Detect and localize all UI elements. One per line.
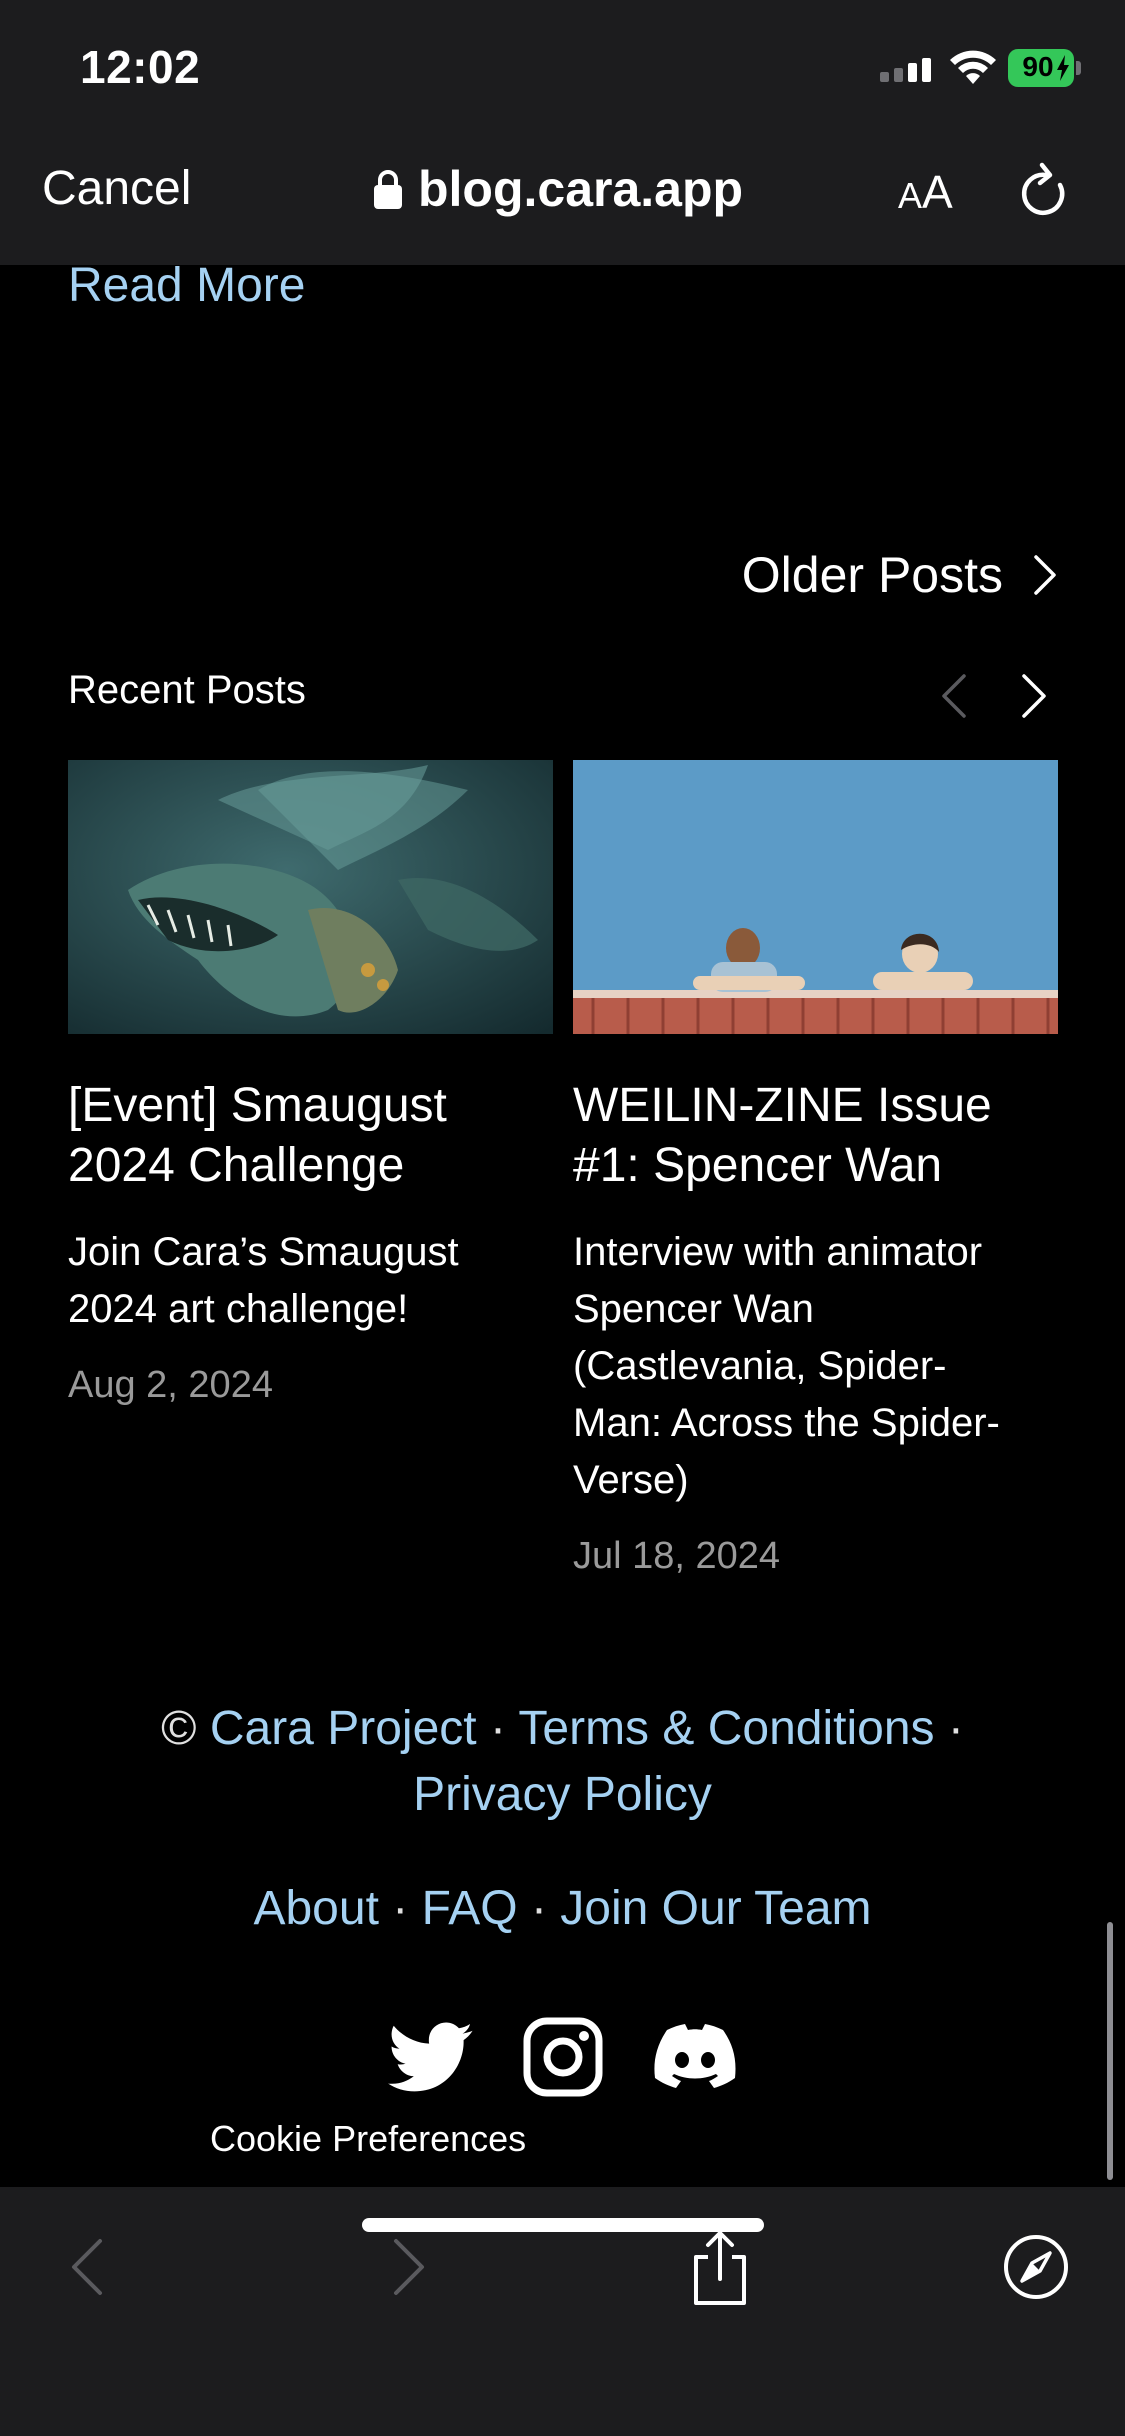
post-image-dragon[interactable] [68, 760, 553, 1034]
twitter-icon[interactable] [388, 2022, 474, 2094]
footer-legal-links: © Cara Project · Terms & Conditions · [161, 1702, 964, 1755]
post-image-rooftop[interactable] [573, 760, 1058, 1034]
text-size-button[interactable]: AA [898, 165, 953, 219]
cookie-preferences-link[interactable]: Cookie Preferences [210, 2118, 526, 2160]
browser-top-bar: Cancel blog.cara.app AA [0, 135, 1125, 265]
footer-nav-links: About · FAQ · Join Our Team [253, 1882, 872, 1935]
back-arrow-icon[interactable] [70, 2237, 104, 2297]
rooftop-illustration [573, 760, 1058, 1034]
status-time: 12:02 [80, 41, 201, 93]
post-title[interactable]: WEILIN-ZINE Issue #1: Spencer Wan [573, 1076, 1058, 1196]
share-icon[interactable] [688, 2229, 752, 2307]
post-card-weilin-zine[interactable]: WEILIN-ZINE Issue #1: Spencer Wan Interv… [573, 760, 1058, 1578]
recent-posts-heading: Recent Posts [68, 668, 306, 712]
charging-bolt-icon [1057, 55, 1069, 81]
dragon-illustration [68, 760, 553, 1034]
compass-icon[interactable] [1002, 2233, 1070, 2301]
address-bar[interactable]: blog.cara.app [372, 159, 743, 219]
battery-indicator: 90 [1008, 49, 1081, 87]
carousel-prev-icon[interactable] [940, 672, 968, 720]
post-date: Aug 2, 2024 [68, 1364, 273, 1406]
copyright-symbol: © [161, 1702, 197, 1755]
carousel-next-icon[interactable] [1020, 672, 1048, 720]
status-bar: 12:02 90 [0, 0, 1125, 135]
home-indicator[interactable] [362, 2218, 764, 2232]
chevron-right-icon [1034, 555, 1056, 595]
post-description: Interview with animator Spencer Wan (Cas… [573, 1230, 1000, 1502]
screen: 12:02 90 Cancel blog.cara.app AA Read Mo… [0, 0, 1125, 2436]
cellular-signal-icon [880, 58, 931, 82]
wifi-icon [950, 50, 996, 84]
older-posts-link[interactable]: Older Posts [742, 546, 1057, 604]
lock-icon [374, 170, 402, 209]
cara-project-link[interactable]: Cara Project [210, 1702, 477, 1755]
join-team-link[interactable]: Join Our Team [560, 1882, 871, 1935]
about-link[interactable]: About [253, 1882, 378, 1935]
terms-link[interactable]: Terms & Conditions [518, 1702, 934, 1755]
forward-arrow-icon[interactable] [392, 2237, 426, 2297]
older-posts-label: Older Posts [741, 547, 1003, 603]
read-more-link[interactable]: Read More [68, 258, 305, 313]
faq-link[interactable]: FAQ [422, 1882, 518, 1935]
post-card-smaugust[interactable]: [Event] Smaugust 2024 Challenge Join Car… [68, 760, 553, 1407]
post-title[interactable]: [Event] Smaugust 2024 Challenge [68, 1076, 553, 1196]
reload-icon[interactable] [1016, 161, 1072, 221]
instagram-icon[interactable] [523, 2017, 603, 2097]
privacy-policy-link[interactable]: Privacy Policy [413, 1768, 712, 1821]
footer: © Cara Project · Terms & Conditions · Pr… [0, 1696, 1125, 1942]
footer-privacy-row: Privacy Policy [0, 1762, 1125, 1828]
scroll-indicator [1107, 1922, 1113, 2180]
post-description: Join Cara’s Smaugust 2024 art challenge! [68, 1230, 459, 1331]
cancel-button[interactable]: Cancel [42, 161, 191, 216]
social-links [0, 2010, 1125, 2100]
post-date: Jul 18, 2024 [573, 1535, 781, 1577]
discord-icon[interactable] [654, 2024, 736, 2088]
url-text: blog.cara.app [418, 161, 744, 217]
